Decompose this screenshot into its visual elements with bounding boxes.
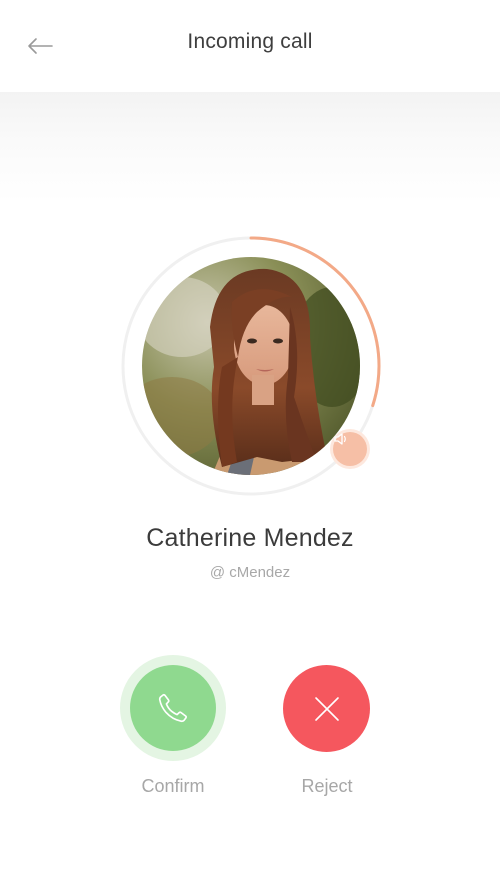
close-icon xyxy=(314,696,339,721)
header-bar: Incoming call xyxy=(0,0,500,92)
caller-name: Catherine Mendez xyxy=(146,524,354,552)
header-shadow xyxy=(0,92,500,202)
caller-avatar-ring xyxy=(120,235,382,497)
reject-label: Reject xyxy=(301,776,353,796)
speaker-button[interactable] xyxy=(333,432,367,466)
confirm-label: Confirm xyxy=(141,776,205,796)
reject-call-button[interactable] xyxy=(283,665,370,752)
speaker-icon xyxy=(334,433,346,445)
page-title: Incoming call xyxy=(187,30,313,53)
incoming-call-screen: Incoming call Catherine Mendez @ cMendez… xyxy=(0,0,500,889)
confirm-call-button[interactable] xyxy=(130,665,216,751)
avatar xyxy=(142,257,360,475)
caller-handle: @ cMendez xyxy=(209,564,291,581)
phone-icon xyxy=(158,693,187,723)
